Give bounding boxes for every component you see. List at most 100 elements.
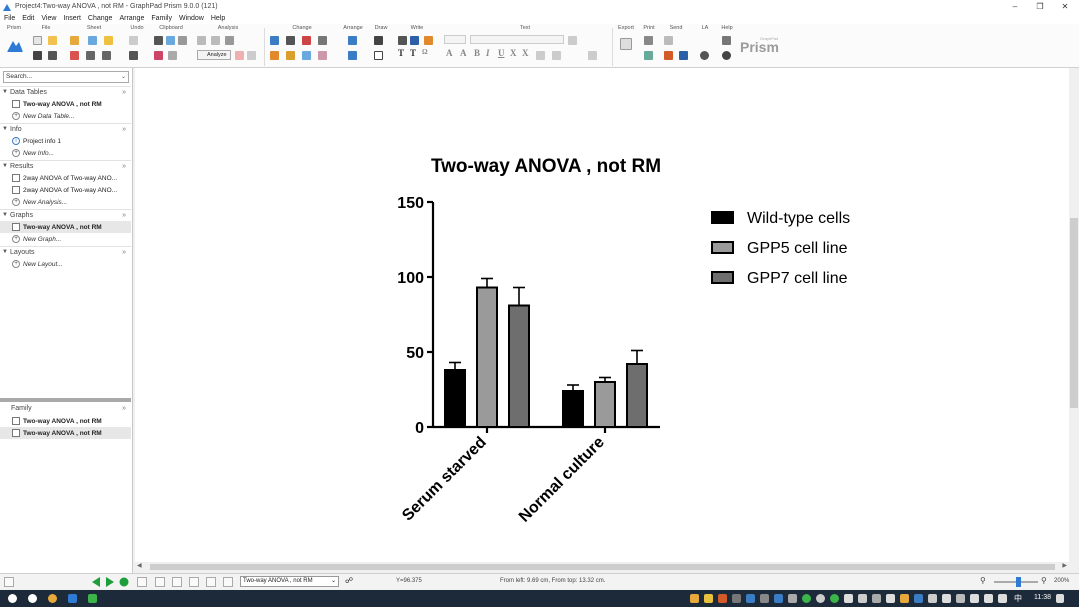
paste-icon[interactable] xyxy=(168,51,177,60)
bar[interactable] xyxy=(508,304,530,428)
project-overview-icon[interactable] xyxy=(4,577,14,587)
redo-icon[interactable] xyxy=(129,36,138,45)
prism-taskbar-icon[interactable] xyxy=(68,594,77,603)
la-icon[interactable] xyxy=(700,51,709,60)
align-text-icon[interactable] xyxy=(536,51,545,60)
zoom-slider-thumb[interactable] xyxy=(1015,577,1021,587)
copy-icon[interactable] xyxy=(166,36,175,45)
volume-icon[interactable] xyxy=(998,594,1007,603)
link-icon[interactable]: ☍ xyxy=(345,577,355,587)
browser-icon[interactable] xyxy=(48,594,57,603)
bar[interactable] xyxy=(626,363,648,428)
tray-app-icon[interactable] xyxy=(802,594,811,603)
tray-app-icon[interactable] xyxy=(732,594,741,603)
family-item-data-table[interactable]: Two-way ANOVA , not RM xyxy=(0,415,131,427)
print-preview-icon[interactable] xyxy=(644,51,653,60)
menu-help[interactable]: Help xyxy=(211,15,225,22)
x-tick-label[interactable]: Normal culture xyxy=(516,434,608,526)
family-item-graph[interactable]: Two-way ANOVA , not RM xyxy=(0,427,131,439)
chart-legend[interactable]: Wild-type cells GPP5 cell line GPP7 cell l… xyxy=(711,210,850,287)
horizontal-scroll-thumb[interactable] xyxy=(150,564,1055,570)
swap-icon[interactable] xyxy=(318,36,327,45)
network-icon[interactable] xyxy=(970,594,979,603)
collapse-icon[interactable]: ▼ xyxy=(0,89,10,95)
menu-arrange[interactable]: Arrange xyxy=(119,15,144,22)
expand-arrows-icon[interactable]: » xyxy=(122,89,126,96)
tray-app-icon[interactable] xyxy=(704,594,713,603)
collapse-icon[interactable]: ▼ xyxy=(0,249,10,255)
collapse-icon[interactable]: ▼ xyxy=(0,212,10,218)
text-box-icon[interactable]: T xyxy=(410,48,416,58)
expand-arrows-icon[interactable]: » xyxy=(122,249,126,256)
help-book-icon[interactable] xyxy=(722,36,731,45)
vertical-scrollbar[interactable] xyxy=(1069,68,1079,562)
menu-window[interactable]: Window xyxy=(179,15,204,22)
nav-item-result[interactable]: 2way ANOVA of Two-way ANO... xyxy=(0,172,131,184)
graph-canvas[interactable]: Two-way ANOVA , not RM 0 50 100 150 Serum st… xyxy=(135,68,1069,562)
text-color-icon[interactable] xyxy=(552,51,561,60)
bar-chart[interactable]: Two-way ANOVA , not RM 0 50 100 150 Serum st… xyxy=(135,68,1069,562)
bar[interactable] xyxy=(476,286,498,428)
tray-app-icon[interactable] xyxy=(760,594,769,603)
color-scheme-icon[interactable] xyxy=(270,51,279,60)
tray-app-icon[interactable] xyxy=(872,594,881,603)
menu-change[interactable]: Change xyxy=(88,15,113,22)
wechat-icon[interactable] xyxy=(88,594,97,603)
notifications-icon[interactable] xyxy=(1056,594,1064,603)
legend-label[interactable]: Wild-type cells xyxy=(747,210,850,227)
section-info[interactable]: ▼ Info » xyxy=(0,123,131,134)
draw-line-icon[interactable] xyxy=(374,36,383,45)
menu-view[interactable]: View xyxy=(41,15,56,22)
insert-column-icon[interactable] xyxy=(102,51,111,60)
tray-app-icon[interactable] xyxy=(844,594,853,603)
arrange-icon[interactable] xyxy=(348,36,357,45)
nav-item-project-info[interactable]: i Project info 1 xyxy=(0,135,131,147)
tray-app-icon[interactable] xyxy=(718,594,727,603)
tray-app-icon[interactable] xyxy=(830,594,839,603)
tray-app-icon[interactable] xyxy=(788,594,797,603)
new-sheet-icon[interactable] xyxy=(70,36,79,45)
tray-app-icon[interactable] xyxy=(956,594,965,603)
section-results[interactable]: ▼ Results » xyxy=(0,160,131,171)
nav-item-new-layout[interactable]: + New Layout... xyxy=(0,258,131,270)
view-layout-icon[interactable] xyxy=(223,577,233,587)
tray-app-icon[interactable] xyxy=(928,594,937,603)
new-icon[interactable] xyxy=(33,36,42,45)
horizontal-scrollbar[interactable]: ◀ ▶ xyxy=(135,562,1069,572)
superscript-icon[interactable]: X xyxy=(510,48,517,58)
clock[interactable]: 11:38 xyxy=(1034,594,1051,601)
view-graph-icon[interactable] xyxy=(206,577,216,587)
search-icon[interactable] xyxy=(28,594,37,603)
line-spacing-icon[interactable] xyxy=(588,51,597,60)
expand-arrows-icon[interactable]: » xyxy=(122,405,126,412)
collapse-icon[interactable]: ▼ xyxy=(0,126,10,132)
close-icon[interactable]: ✕ xyxy=(1050,0,1079,13)
analyze-button[interactable]: Analyze xyxy=(197,50,231,60)
previous-sheet-icon[interactable] xyxy=(91,577,101,587)
bar[interactable] xyxy=(562,390,584,428)
regression-icon[interactable] xyxy=(211,36,220,45)
format-axes-icon[interactable] xyxy=(286,36,295,45)
nav-item-new-graph[interactable]: + New Graph... xyxy=(0,233,131,245)
align-icon[interactable] xyxy=(348,51,357,60)
send-word-icon[interactable] xyxy=(679,51,688,60)
start-icon[interactable] xyxy=(8,594,17,603)
legend-swatch[interactable] xyxy=(711,211,734,224)
scroll-right-icon[interactable]: ▶ xyxy=(1062,562,1067,569)
font-shrink-icon[interactable]: A xyxy=(460,48,467,58)
zoom-out-icon[interactable]: ⚲ xyxy=(980,576,986,585)
chart-title[interactable]: Two-way ANOVA , not RM xyxy=(431,156,661,177)
analysis-params-icon[interactable] xyxy=(247,51,256,60)
scroll-left-icon[interactable]: ◀ xyxy=(137,562,142,569)
section-layouts[interactable]: ▼ Layouts » xyxy=(0,246,131,257)
delete-sheet-icon[interactable] xyxy=(70,51,79,60)
view-results-icon[interactable] xyxy=(189,577,199,587)
zoom-in-icon[interactable]: ⚲ xyxy=(1041,576,1047,585)
tray-app-icon[interactable] xyxy=(746,594,755,603)
view-data-icon[interactable] xyxy=(137,577,147,587)
ime-indicator[interactable]: 中 xyxy=(1014,593,1022,604)
underline-icon[interactable]: U xyxy=(498,48,505,58)
section-graphs[interactable]: ▼ Graphs » xyxy=(0,209,131,220)
powerpoint-icon[interactable] xyxy=(664,51,673,60)
search-input[interactable]: Search... ⌄ xyxy=(3,71,129,83)
